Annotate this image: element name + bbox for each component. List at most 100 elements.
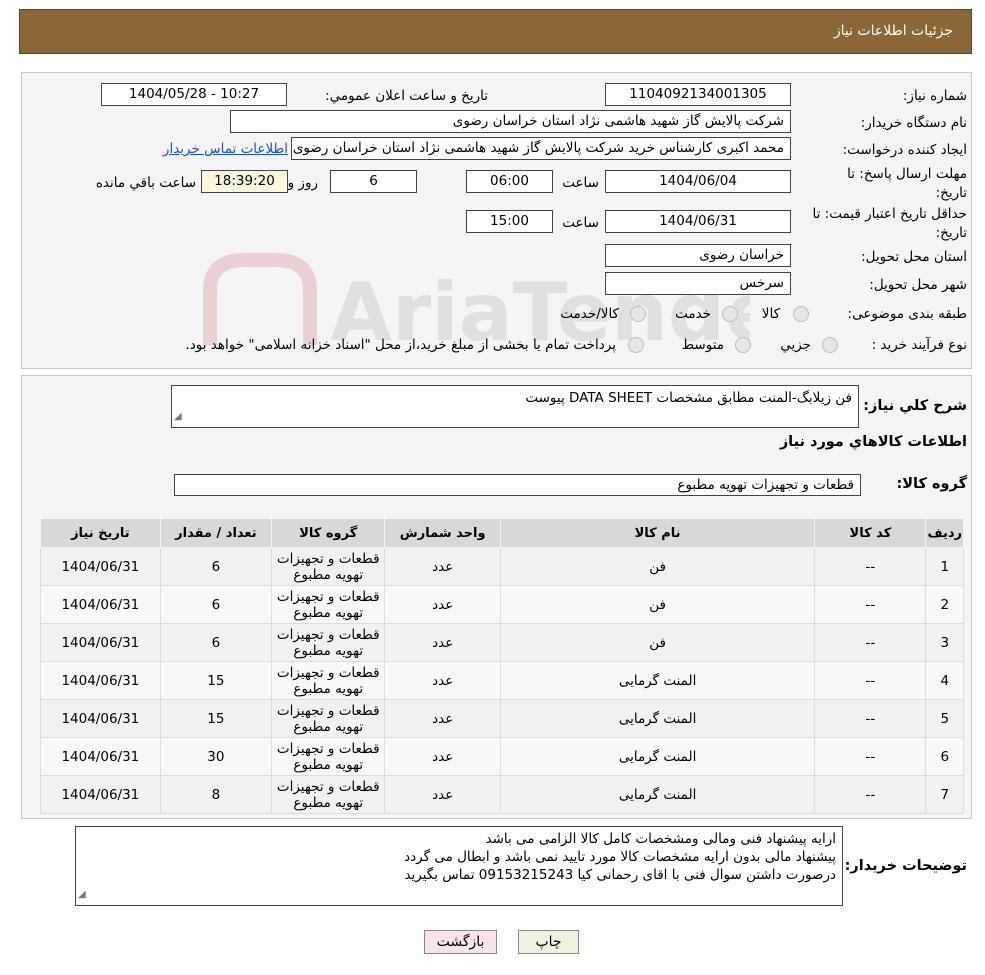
need-number-field[interactable]: 1104092134001305 — [605, 83, 791, 106]
buyer-notes-label: توضیحات خریدار: — [844, 858, 967, 874]
goods-group-label: گروه کالا: — [896, 476, 967, 492]
cell-row-number: 3 — [925, 623, 964, 662]
buyer-note-line: ارایه پیشنهاد فنی ومالی ومشخصات کامل کال… — [485, 831, 836, 847]
cell-quantity: 6 — [159, 623, 273, 662]
cell-unit: عدد — [384, 623, 501, 662]
page-title: جزئیات اطلاعات نیاز — [833, 23, 953, 39]
need-summary-text: فن زیلابگ-المنت مطابق مشخصات DATA SHEET … — [525, 390, 852, 406]
deadline-time-label: ساعت — [562, 175, 599, 191]
buyer-note-line: پیشنهاد مالی بدون ارایه مشخصات کالا مورد… — [404, 849, 836, 865]
table-row: 3 -- فن عدد قطعات و تجهیزات تهویه مطبوع … — [40, 623, 964, 662]
cell-goods-group: قطعات و تجهیزات تهویه مطبوع — [271, 775, 386, 814]
process-partial-radio[interactable] — [822, 337, 838, 353]
cell-unit: عدد — [384, 585, 501, 624]
cell-item-code: -- — [814, 547, 927, 586]
process-medium-radio[interactable] — [735, 337, 751, 353]
deadline-label: مهلت ارسال پاسخ: تا تاریخ: — [847, 166, 967, 201]
process-medium-label: متوسط — [681, 337, 724, 353]
category-goods-radio[interactable] — [793, 306, 809, 322]
category-goods-service-radio[interactable] — [630, 306, 646, 322]
table-row: 4 -- المنت گرمایی عدد قطعات و تجهیزات ته… — [40, 661, 964, 700]
need-number-label: شماره نیاز: — [902, 88, 967, 104]
col-need-date: تاریخ نیاز — [40, 518, 161, 548]
cell-row-number: 2 — [925, 585, 964, 624]
cell-unit: عدد — [384, 737, 501, 776]
cell-unit: عدد — [384, 547, 501, 586]
remaining-time-field: 18:39:20 — [201, 170, 288, 193]
cell-quantity: 6 — [159, 547, 273, 586]
deadline-date-field[interactable]: 1404/06/04 — [605, 170, 791, 193]
items-section-title: اطلاعات کالاهاي مورد نیاز — [779, 434, 967, 450]
items-table: ردیف کد کالا نام کالا واحد شمارش گروه کا… — [40, 518, 964, 814]
cell-item-code: -- — [814, 623, 927, 662]
cell-goods-group: قطعات و تجهیزات تهویه مطبوع — [271, 585, 386, 624]
delivery-city-label: شهر محل تحویل: — [869, 277, 967, 293]
need-summary-field[interactable]: فن زیلابگ-المنت مطابق مشخصات DATA SHEET … — [171, 385, 859, 428]
cell-quantity: 15 — [159, 699, 273, 738]
category-service-radio[interactable] — [722, 306, 738, 322]
need-summary-label: شرح کلي نیاز: — [863, 398, 967, 414]
resize-handle-icon[interactable]: ◢ — [174, 408, 182, 426]
process-partial-label: جزیي — [780, 337, 811, 353]
table-row: 2 -- فن عدد قطعات و تجهیزات تهویه مطبوع … — [40, 585, 964, 624]
cell-need-date: 1404/06/31 — [40, 737, 161, 776]
buyer-org-label: نام دستگاه خریدار: — [860, 115, 967, 131]
process-treasury-checkbox[interactable] — [628, 337, 644, 353]
category-service-label: خدمت — [675, 306, 711, 322]
goods-group-field[interactable]: قطعات و تجهیزات تهویه مطبوع — [174, 474, 861, 496]
buyer-notes-field[interactable]: ارایه پیشنهاد فنی ومالی ومشخصات کامل کال… — [75, 826, 843, 906]
cell-need-date: 1404/06/31 — [40, 775, 161, 814]
cell-quantity: 30 — [159, 737, 273, 776]
buyer-contact-link[interactable]: اطلاعات تماس خریدار — [163, 141, 288, 157]
cell-item-name: المنت گرمایی — [499, 737, 816, 776]
cell-goods-group: قطعات و تجهیزات تهویه مطبوع — [271, 699, 386, 738]
back-button[interactable]: بازگشت — [424, 930, 497, 954]
cell-row-number: 4 — [925, 661, 964, 700]
deadline-time-field[interactable]: 06:00 — [466, 170, 553, 193]
cell-unit: عدد — [384, 661, 501, 700]
cell-need-date: 1404/06/31 — [40, 699, 161, 738]
creator-label: ایجاد کننده درخواست: — [842, 142, 967, 158]
price-validity-time-field[interactable]: 15:00 — [466, 210, 553, 233]
cell-goods-group: قطعات و تجهیزات تهویه مطبوع — [271, 547, 386, 586]
announce-datetime-label: تاریخ و ساعت اعلان عمومي: — [325, 88, 488, 104]
cell-item-code: -- — [814, 737, 927, 776]
delivery-city-field[interactable]: سرخس — [605, 272, 791, 295]
delivery-province-field[interactable]: خراسان رضوی — [605, 244, 791, 267]
cell-row-number: 5 — [925, 699, 964, 738]
col-unit: واحد شمارش — [384, 518, 501, 548]
process-type-label: نوع فرآیند خرید : — [871, 337, 967, 353]
table-row: 1 -- فن عدد قطعات و تجهیزات تهویه مطبوع … — [40, 547, 964, 586]
days-label: روز و — [287, 175, 318, 191]
need-summary-label-text: شرح کلي نیاز: — [863, 398, 967, 414]
price-validity-date-field[interactable]: 1404/06/31 — [605, 210, 791, 233]
announce-datetime-field[interactable]: 1404/05/28 - 10:27 — [101, 83, 287, 106]
cell-need-date: 1404/06/31 — [40, 547, 161, 586]
table-row: 5 -- المنت گرمایی عدد قطعات و تجهیزات ته… — [40, 699, 964, 738]
col-quantity: تعداد / مقدار — [159, 518, 273, 548]
cell-item-name: فن — [499, 623, 816, 662]
category-label: طبقه بندی موضوعی: — [847, 306, 967, 322]
cell-goods-group: قطعات و تجهیزات تهویه مطبوع — [271, 737, 386, 776]
buyer-org-field[interactable]: شرکت پالایش گاز شهید هاشمی نژاد استان خر… — [230, 110, 791, 133]
cell-unit: عدد — [384, 699, 501, 738]
resize-handle-icon[interactable]: ◢ — [78, 886, 86, 904]
cell-quantity: 8 — [159, 775, 273, 814]
table-row: 6 -- المنت گرمایی عدد قطعات و تجهیزات ته… — [40, 737, 964, 776]
cell-quantity: 15 — [159, 661, 273, 700]
creator-field[interactable]: محمد اکبری کارشناس خرید شرکت پالایش گاز … — [291, 137, 791, 160]
category-goods-label: کالا — [761, 306, 780, 322]
cell-row-number: 1 — [925, 547, 964, 586]
cell-quantity: 6 — [159, 585, 273, 624]
category-goods-service-label: کالا/خدمت — [560, 306, 619, 322]
cell-unit: عدد — [384, 775, 501, 814]
price-validity-time-label: ساعت — [562, 215, 599, 231]
cell-row-number: 6 — [925, 737, 964, 776]
cell-item-name: المنت گرمایی — [499, 699, 816, 738]
days-remaining-field[interactable]: 6 — [330, 170, 417, 193]
cell-item-name: المنت گرمایی — [499, 661, 816, 700]
print-button[interactable]: چاپ — [518, 930, 579, 954]
col-goods-group: گروه کالا — [271, 518, 386, 548]
col-item-code: کد کالا — [814, 518, 927, 548]
cell-goods-group: قطعات و تجهیزات تهویه مطبوع — [271, 623, 386, 662]
